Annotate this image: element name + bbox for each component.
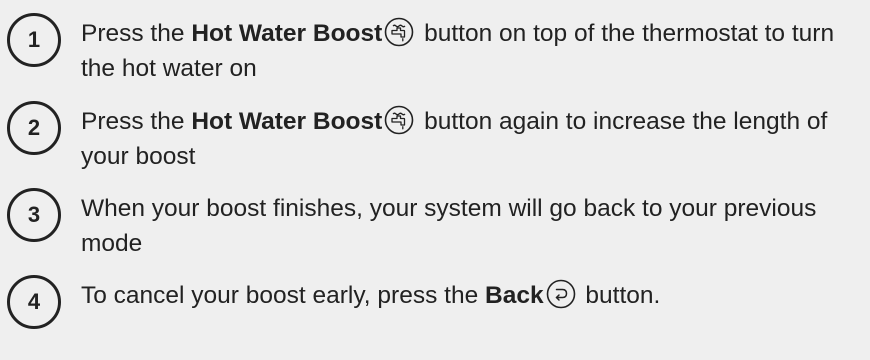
step-number: 3 bbox=[27, 202, 41, 227]
step-number: 2 bbox=[27, 115, 41, 140]
step-number-badge: 3 bbox=[7, 188, 61, 242]
step-number-badge: 4 bbox=[7, 275, 61, 329]
step-text: Press the Hot Water Boost button again t… bbox=[81, 104, 866, 174]
step-text-end: button. bbox=[578, 282, 661, 309]
instruction-steps: 1 Press the Hot Water Boost button on to… bbox=[0, 0, 870, 360]
step-text-start: Press the bbox=[81, 20, 192, 47]
button-name-back: Back bbox=[485, 282, 544, 309]
step-number: 4 bbox=[27, 289, 41, 314]
button-name-hot-water-boost: Hot Water Boost bbox=[191, 20, 383, 47]
step-text: Press the Hot Water Boost button on top … bbox=[81, 16, 866, 86]
step-number: 1 bbox=[27, 27, 41, 52]
step-number-badge: 2 bbox=[7, 101, 61, 155]
step-number-badge: 1 bbox=[7, 13, 61, 67]
back-arrow-icon bbox=[546, 279, 576, 309]
step-text: When your boost finishes, your system wi… bbox=[81, 195, 817, 257]
step-text-start: Press the bbox=[81, 108, 192, 135]
tap-icon bbox=[384, 105, 414, 135]
step-text-start: To cancel your boost early, press the bbox=[81, 282, 485, 309]
button-name-hot-water-boost: Hot Water Boost bbox=[191, 108, 383, 135]
step-text: To cancel your boost early, press the Ba… bbox=[81, 278, 866, 313]
tap-icon bbox=[384, 17, 414, 47]
